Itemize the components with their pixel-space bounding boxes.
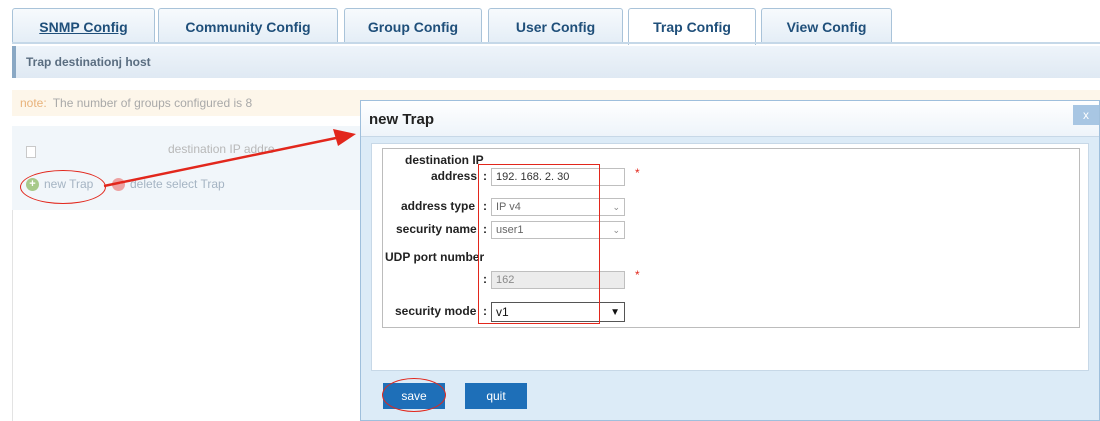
annotation-arrow-head xyxy=(333,129,356,146)
annotation-arrow xyxy=(103,129,356,188)
page-root: SNMP Config Community Config Group Confi… xyxy=(0,0,1100,421)
annotation-arrow-line xyxy=(103,136,337,188)
